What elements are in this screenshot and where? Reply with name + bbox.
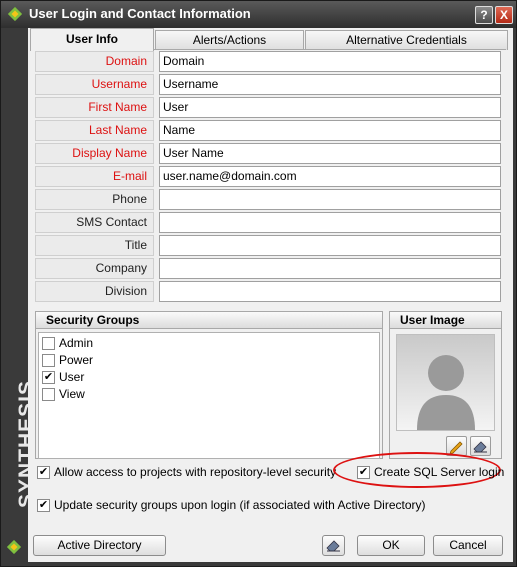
user-label: User (59, 370, 85, 384)
email-row: E-mail user.name@domain.com (35, 166, 502, 187)
phone-field[interactable] (159, 189, 501, 210)
clear-image-button[interactable] (470, 436, 491, 456)
eraser-icon (326, 540, 340, 552)
sms-contact-label: SMS Contact (35, 212, 154, 233)
sms-contact-row: SMS Contact (35, 212, 502, 233)
close-button[interactable]: X (495, 6, 513, 24)
first-name-field[interactable]: User (159, 97, 501, 118)
window-title: User Login and Contact Information (29, 6, 251, 21)
domain-field[interactable]: Domain (159, 51, 501, 72)
division-row: Division (35, 281, 502, 302)
title-field[interactable] (159, 235, 501, 256)
phone-label: Phone (35, 189, 154, 210)
security-groups-list[interactable]: Admin Power ✔ User View (38, 332, 380, 459)
domain-label: Domain (35, 51, 154, 72)
display-name-field[interactable]: User Name (159, 143, 501, 164)
username-label: Username (35, 74, 154, 95)
view-checkbox[interactable] (42, 388, 55, 401)
brand-sidebar: SYNTHESIS (1, 28, 38, 566)
create-sql-option[interactable]: ✔ Create SQL Server login (357, 464, 504, 482)
first-name-label: First Name (35, 97, 154, 118)
division-field[interactable] (159, 281, 501, 302)
tab-alerts-actions[interactable]: Alerts/Actions (155, 30, 304, 50)
view-label: View (59, 387, 85, 401)
title-bar[interactable]: User Login and Contact Information ? X (1, 1, 516, 28)
display-name-label: Display Name (35, 143, 154, 164)
user-checkbox[interactable]: ✔ (42, 371, 55, 384)
division-label: Division (35, 281, 154, 302)
first-name-row: First Name User (35, 97, 502, 118)
cancel-button[interactable]: Cancel (433, 535, 503, 556)
clear-button[interactable] (322, 535, 345, 556)
last-name-label: Last Name (35, 120, 154, 141)
email-field[interactable]: user.name@domain.com (159, 166, 501, 187)
company-label: Company (35, 258, 154, 279)
allow-access-label: Allow access to projects with repository… (54, 465, 337, 479)
allow-access-option[interactable]: ✔ Allow access to projects with reposito… (37, 464, 337, 482)
user-image-title: User Image (390, 312, 501, 329)
last-name-field[interactable]: Name (159, 120, 501, 141)
help-button[interactable]: ? (475, 6, 493, 24)
company-field[interactable] (159, 258, 501, 279)
dialog-content: User Info Alerts/Actions Alternative Cre… (28, 28, 513, 562)
username-field[interactable]: Username (159, 74, 501, 95)
admin-label: Admin (59, 336, 94, 350)
create-sql-checkbox[interactable]: ✔ (357, 466, 370, 479)
power-checkbox[interactable] (42, 354, 55, 367)
sms-contact-field[interactable] (159, 212, 501, 233)
user-image-panel: User Image (389, 311, 502, 459)
brand-logo-icon (7, 540, 21, 554)
security-groups-panel: Security Groups Admin Power ✔ User View (35, 311, 383, 459)
title-label: Title (35, 235, 154, 256)
dialog-window: User Login and Contact Information ? X S… (0, 0, 517, 567)
last-name-row: Last Name Name (35, 120, 502, 141)
display-name-row: Display Name User Name (35, 143, 502, 164)
avatar-placeholder-icon (417, 355, 475, 430)
ok-button[interactable]: OK (357, 535, 425, 556)
tab-alternative-credentials[interactable]: Alternative Credentials (305, 30, 508, 50)
tab-user-info[interactable]: User Info (30, 28, 154, 51)
allow-access-checkbox[interactable]: ✔ (37, 466, 50, 479)
update-groups-option[interactable]: ✔ Update security groups upon login (if … (37, 497, 497, 515)
app-logo-icon (8, 7, 22, 21)
pencil-icon (449, 441, 463, 455)
update-groups-label: Update security groups upon login (if as… (54, 498, 426, 512)
admin-checkbox[interactable] (42, 337, 55, 350)
company-row: Company (35, 258, 502, 279)
username-row: Username Username (35, 74, 502, 95)
security-groups-title: Security Groups (36, 312, 382, 329)
title-row: Title (35, 235, 502, 256)
power-label: Power (59, 353, 94, 367)
email-label: E-mail (35, 166, 154, 187)
domain-row: Domain Domain (35, 51, 502, 72)
tab-bar: User Info Alerts/Actions Alternative Cre… (28, 28, 513, 51)
eraser-icon (473, 441, 487, 453)
phone-row: Phone (35, 189, 502, 210)
user-image-frame[interactable] (396, 334, 495, 431)
active-directory-button[interactable]: Active Directory (33, 535, 166, 556)
update-groups-checkbox[interactable]: ✔ (37, 499, 50, 512)
create-sql-label: Create SQL Server login (374, 465, 505, 479)
